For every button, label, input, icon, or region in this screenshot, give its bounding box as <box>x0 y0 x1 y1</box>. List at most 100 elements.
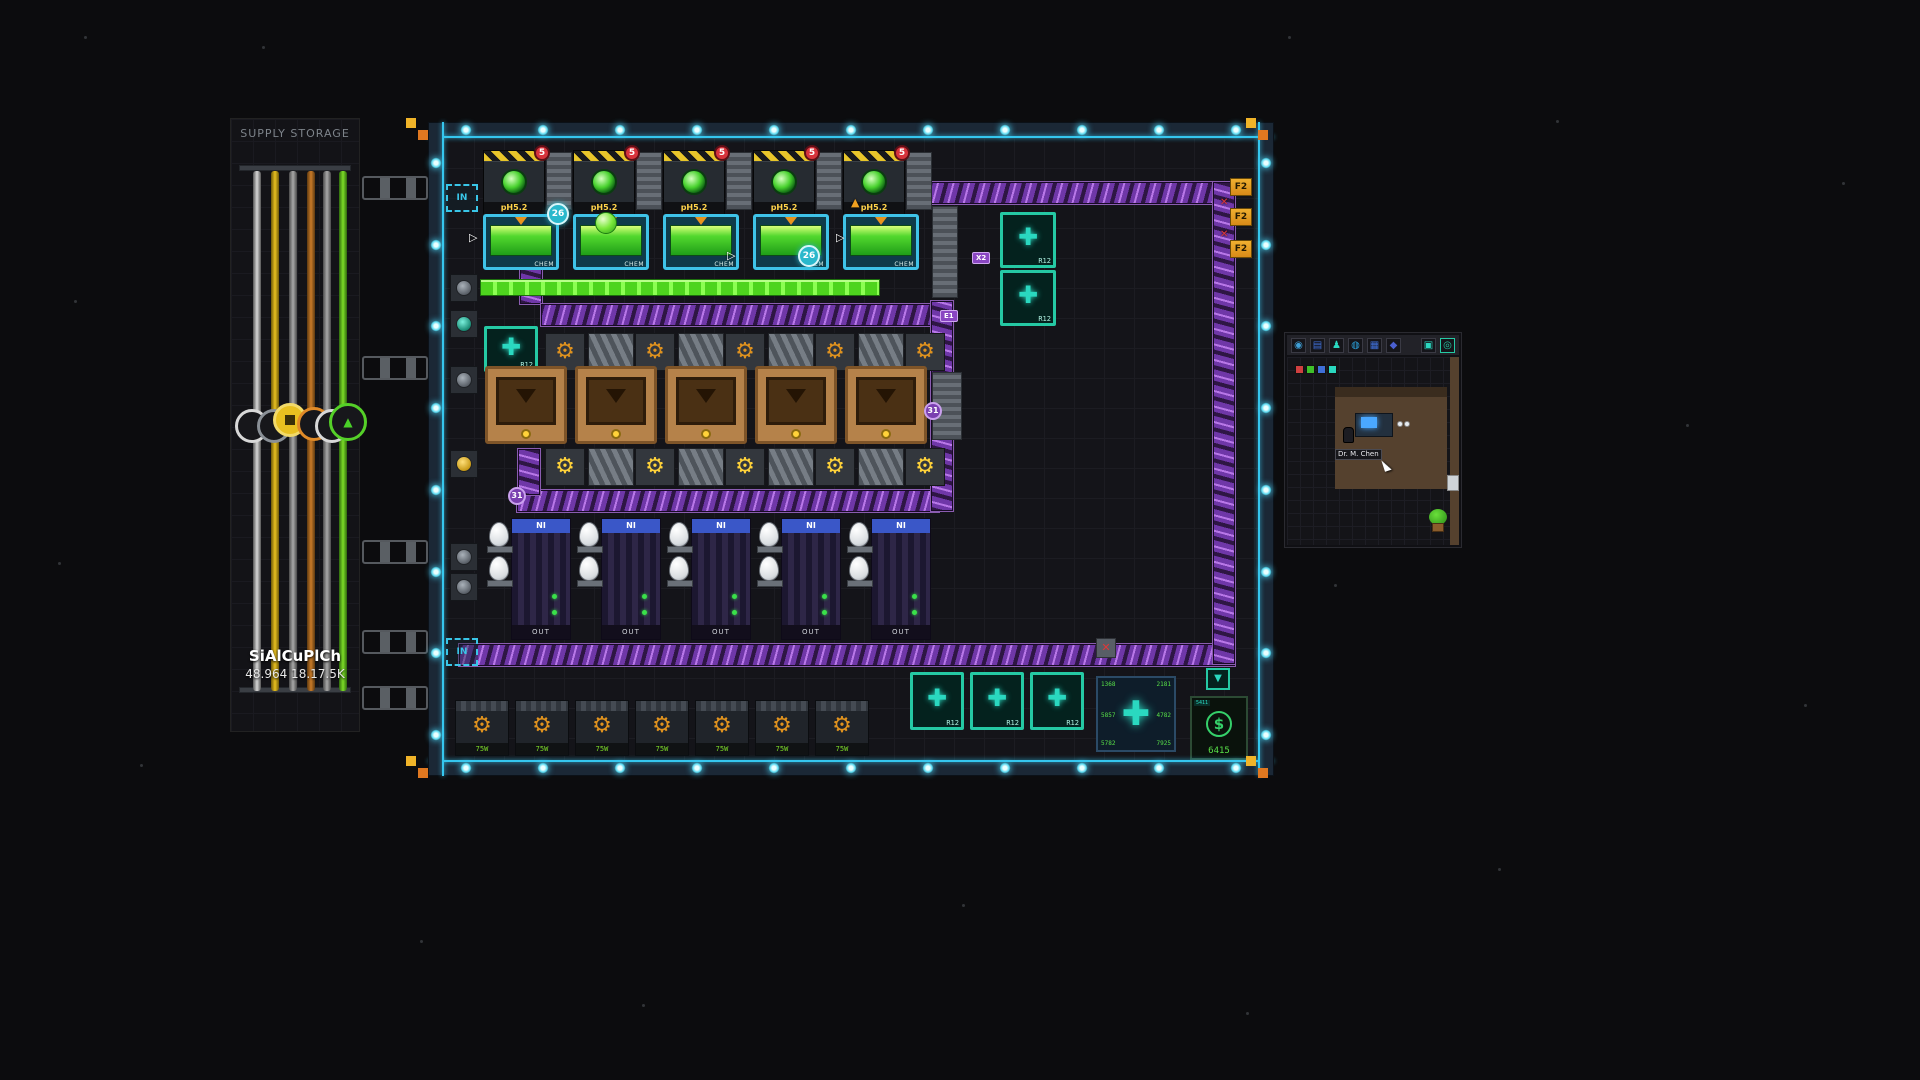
pump-machine[interactable]: ⚙75W <box>575 700 629 756</box>
reactor-machine[interactable]: pH5.25 <box>573 150 635 214</box>
mixer-machine[interactable]: ⚙ <box>815 448 855 486</box>
storage-chest[interactable] <box>485 366 567 444</box>
pump-machine[interactable]: ⚙75W <box>515 700 569 756</box>
wall-device[interactable] <box>450 366 478 394</box>
supply-bin[interactable] <box>1306 365 1315 374</box>
worker-character[interactable] <box>1343 427 1354 443</box>
vent-machine[interactable] <box>816 152 842 210</box>
map-icon[interactable]: ▣ <box>1421 338 1436 353</box>
storage-chest[interactable] <box>575 366 657 444</box>
star <box>420 940 423 943</box>
crusher-machine[interactable] <box>678 448 724 486</box>
incubator-machine[interactable]: NIOUT <box>691 518 751 640</box>
reactor-machine[interactable]: pH5.25 <box>663 150 725 214</box>
in-port[interactable]: IN <box>446 638 478 666</box>
wall-device[interactable] <box>450 274 478 302</box>
research-icon[interactable]: ◍ <box>1348 338 1363 353</box>
vent-machine[interactable] <box>636 152 662 210</box>
f2-badge[interactable]: F2 <box>1230 178 1252 196</box>
supply-bin[interactable] <box>1317 365 1326 374</box>
wall-device[interactable] <box>450 310 478 338</box>
wall-device[interactable] <box>450 450 478 478</box>
mixer-machine[interactable]: ⚙ <box>725 448 765 486</box>
crusher-machine[interactable] <box>588 448 634 486</box>
incubator-machine[interactable]: NIOUT <box>601 518 661 640</box>
cooler-machine[interactable]: ✚R12 <box>1000 270 1056 326</box>
incubator-machine[interactable]: NIOUT <box>511 518 571 640</box>
corner-marker <box>1246 118 1268 140</box>
storage-chest[interactable] <box>665 366 747 444</box>
door[interactable] <box>1447 475 1459 491</box>
crusher-machine[interactable] <box>768 448 814 486</box>
person-icon[interactable]: ♟ <box>1329 338 1344 353</box>
pump-machine[interactable]: ⚙75W <box>635 700 689 756</box>
f2-badge[interactable]: F2 <box>1230 208 1252 226</box>
stats-icon[interactable]: ▦ <box>1367 338 1382 353</box>
star <box>1804 704 1807 707</box>
gear-icon: ⚙ <box>735 341 755 363</box>
conveyor-belt[interactable] <box>458 643 1236 667</box>
office-wall <box>1450 357 1459 545</box>
cooler-machine[interactable]: ✚R12 <box>1000 212 1056 268</box>
meter-value: 2181 <box>1157 681 1171 688</box>
wall-right <box>1258 122 1274 776</box>
egg-shelf <box>847 546 873 553</box>
conveyor-belt[interactable] <box>516 489 940 513</box>
vent-machine[interactable] <box>906 152 932 210</box>
pump-machine[interactable]: ⚙75W <box>815 700 869 756</box>
egg-item <box>759 522 779 547</box>
egg-shelf <box>757 580 783 587</box>
f2-badge[interactable]: F2 <box>1230 240 1252 258</box>
comms-icon[interactable]: ◆ <box>1386 338 1401 353</box>
vent-machine[interactable] <box>546 152 572 210</box>
supply-gauge-green[interactable]: ▲ <box>329 403 367 441</box>
meter-chip: 5411 <box>1194 700 1210 706</box>
incubator-machine[interactable]: NIOUT <box>781 518 841 640</box>
mixer-machine[interactable]: ⚙ <box>545 448 585 486</box>
wall-trim <box>1258 122 1260 776</box>
wall-light <box>769 763 780 774</box>
supply-bin[interactable] <box>1328 365 1337 374</box>
wall-light <box>431 566 442 577</box>
count-badge: 5 <box>624 145 640 161</box>
out-label: OUT <box>872 625 930 639</box>
crew-icon[interactable]: ◉ <box>1291 338 1306 353</box>
cargo-icon[interactable]: ▤ <box>1310 338 1325 353</box>
fan-icon: ✚ <box>1047 686 1067 710</box>
swirl-icon <box>861 169 887 195</box>
chem-tank[interactable]: CHEM <box>843 214 919 270</box>
ni-label: NI <box>602 519 660 533</box>
conveyor-belt[interactable] <box>928 181 1216 205</box>
wall-light <box>1230 125 1241 136</box>
storage-chest[interactable] <box>755 366 837 444</box>
supply-bin[interactable] <box>1295 365 1304 374</box>
blocked-device[interactable]: ✕ <box>1096 638 1116 658</box>
ventilation-unit[interactable]: ✚ 1368 2181 5857 4782 5782 7925 <box>1096 676 1176 752</box>
pump-machine[interactable]: ⚙75W <box>755 700 809 756</box>
mixer-machine[interactable]: ⚙ <box>635 448 675 486</box>
chem-tank[interactable]: CHEM <box>483 214 559 270</box>
in-port[interactable]: IN <box>446 184 478 212</box>
corner-block <box>1258 768 1268 778</box>
reactor-machine[interactable]: pH5.25 <box>753 150 815 214</box>
target-icon[interactable]: ◎ <box>1440 338 1455 353</box>
crusher-machine[interactable] <box>858 448 904 486</box>
wall-top <box>428 122 1274 138</box>
incubator-machine[interactable]: NIOUT <box>871 518 931 640</box>
pump-machine[interactable]: ⚙75W <box>695 700 749 756</box>
wall-device[interactable] <box>450 543 478 571</box>
pump-machine[interactable]: ⚙75W <box>455 700 509 756</box>
mixer-machine[interactable]: ⚙ <box>905 448 945 486</box>
output-chute[interactable]: ▼ <box>1206 668 1230 690</box>
office-toolbar: ◉ ▤ ♟ ◍ ▦ ◆ ▣ ◎ <box>1287 335 1459 355</box>
vent-machine[interactable] <box>726 152 752 210</box>
cash-terminal[interactable]: 5411 $ 6415 <box>1190 696 1248 760</box>
vent-machine[interactable] <box>932 206 958 298</box>
cooler-machine[interactable]: ✚R12 <box>1030 672 1084 730</box>
reactor-machine[interactable]: pH5.25 <box>483 150 545 214</box>
cooler-machine[interactable]: ✚R12 <box>970 672 1024 730</box>
storage-chest[interactable] <box>845 366 927 444</box>
conveyor-belt[interactable] <box>540 303 938 327</box>
wall-device[interactable] <box>450 573 478 601</box>
cooler-machine[interactable]: ✚R12 <box>910 672 964 730</box>
